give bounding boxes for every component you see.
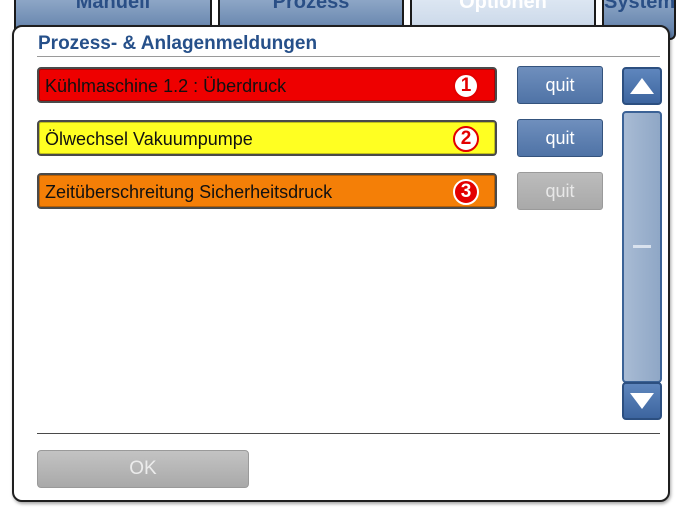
message-row-2[interactable]: Ölwechsel Vakuumpumpe 2	[37, 120, 497, 156]
scroll-up-button[interactable]	[622, 67, 662, 105]
quit-button-3[interactable]: quit	[517, 172, 603, 210]
dialog-title: Prozess- & Anlagenmeldungen	[38, 33, 318, 54]
messages-dialog: Prozess- & Anlagenmeldungen Kühlmaschine…	[12, 25, 670, 502]
message-text: Ölwechsel Vakuumpumpe	[45, 129, 253, 149]
arrow-down-icon	[630, 393, 654, 409]
scroll-track[interactable]	[622, 111, 662, 383]
message-number-badge: 2	[453, 126, 479, 152]
ok-button[interactable]: OK	[37, 450, 249, 488]
quit-button-1[interactable]: quit	[517, 66, 603, 104]
footer-divider	[37, 433, 660, 434]
tab-label: Manuell	[75, 0, 151, 13]
tab-label: Optionen	[459, 0, 547, 13]
tab-label: System	[604, 0, 676, 13]
title-divider	[37, 56, 660, 57]
message-row-1[interactable]: Kühlmaschine 1.2 : Überdruck 1	[37, 67, 497, 103]
arrow-up-icon	[630, 78, 654, 94]
message-number-badge: 1	[453, 73, 479, 99]
message-row-3[interactable]: Zeitüberschreitung Sicherheitsdruck 3	[37, 173, 497, 209]
tab-label: Prozess	[272, 0, 350, 13]
scroll-down-button[interactable]	[622, 382, 662, 420]
message-text: Zeitüberschreitung Sicherheitsdruck	[45, 182, 333, 202]
message-number-badge: 3	[453, 179, 479, 205]
quit-button-2[interactable]: quit	[517, 119, 603, 157]
message-text: Kühlmaschine 1.2 : Überdruck	[45, 76, 287, 96]
scroll-thumb-grip[interactable]	[633, 245, 651, 248]
